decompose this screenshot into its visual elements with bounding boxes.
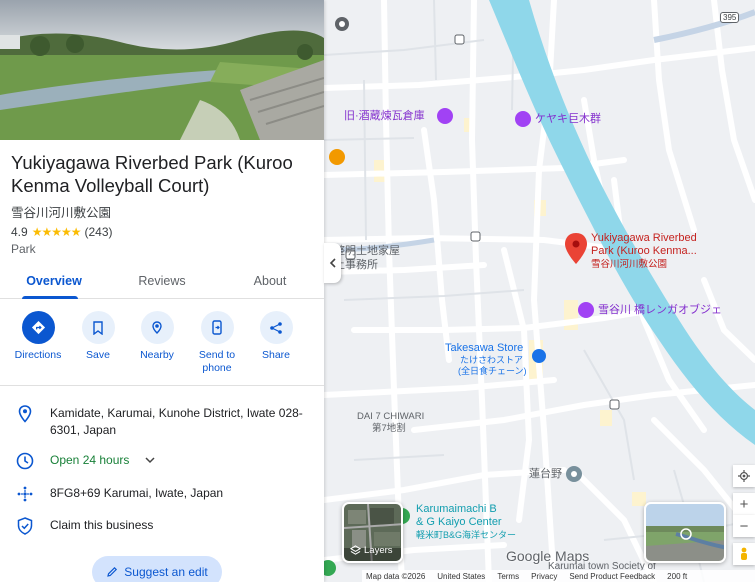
action-buttons: Directions Save Nearby Send to phone Sha… [0, 311, 324, 381]
address-text: Kamidate, Karumai, Kunohe District, Iwat… [50, 406, 303, 437]
tab-reviews[interactable]: Reviews [108, 266, 216, 298]
nearby-button[interactable]: Nearby [127, 311, 187, 362]
share-circle [259, 311, 293, 344]
place-tabs: Overview Reviews About [0, 266, 324, 299]
place-title: Yukiyagawa Riverbed Park (Kuroo Kenma Vo… [11, 152, 293, 196]
plus-code-icon-wrap [0, 485, 50, 503]
place-category[interactable]: Park [11, 242, 36, 256]
layers-button[interactable]: Layers [342, 502, 403, 563]
maps-app: 旧·酒蔵煉瓦倉庫 ケヤキ巨木群 整明土地家屋 土事務所 Yukiyagawa R… [0, 0, 755, 582]
layers-icon [350, 545, 361, 555]
hours-status: Open 24 hours [50, 453, 130, 467]
hours-row[interactable]: Open 24 hours [0, 452, 324, 470]
map-label-kaiyo-2[interactable]: & G Kaiyo Center [416, 516, 502, 529]
pencil-icon [107, 566, 118, 577]
pegman-button[interactable] [733, 543, 755, 565]
chevron-left-icon [329, 258, 336, 268]
nearby-icon [152, 320, 162, 334]
section-divider [0, 385, 324, 386]
privacy-link[interactable]: Privacy [531, 572, 557, 581]
region-link[interactable]: United States [437, 572, 485, 581]
pin-subtitle[interactable]: 雪谷川河川敷公園 [591, 258, 667, 271]
map-attribution-bar: Map data ©2026 United States Terms Priva… [362, 570, 755, 582]
scale-label[interactable]: 200 ft [667, 572, 687, 581]
map-label-keyaki[interactable]: ケヤキ巨木群 [535, 113, 601, 126]
map-roads [324, 0, 755, 582]
my-location-icon [738, 470, 750, 482]
address-row[interactable]: Kamidate, Karumai, Kunohe District, Iwat… [0, 405, 324, 439]
claim-row[interactable]: Claim this business [0, 517, 324, 535]
claim-text: Claim this business [50, 518, 154, 532]
google-maps-logo: Google Maps [506, 548, 590, 564]
directions-icon [31, 320, 45, 335]
clock-icon-wrap [0, 452, 50, 470]
nearby-label: Nearby [140, 349, 174, 361]
riverbed-photo [0, 0, 324, 140]
pin-title-line-1[interactable]: Yukiyagawa Riverbed [591, 232, 697, 245]
tab-overview[interactable]: Overview [0, 266, 108, 299]
suggest-edit-label: Suggest an edit [124, 565, 208, 579]
plus-code-icon [17, 486, 33, 502]
rating-row[interactable]: 4.9 ★★★★★ (243) [11, 225, 113, 239]
minus-icon: − [739, 517, 749, 535]
map-label-district-jp: 第7地割 [372, 423, 406, 434]
place-subtitle: 雪谷川河川敷公園 [11, 206, 112, 220]
send-to-phone-icon [212, 320, 222, 335]
street-view-image [646, 504, 724, 561]
directions-circle [21, 311, 55, 344]
map-label-store-jp-2[interactable]: (全日食チェーン) [458, 365, 527, 378]
terms-link[interactable]: Terms [497, 572, 519, 581]
pin-title-line-2[interactable]: Park (Kuroo Kenma... [591, 245, 697, 258]
rating-value: 4.9 [11, 225, 28, 239]
zoom-in-button[interactable]: + [733, 493, 755, 515]
place-panel: Yukiyagawa Riverbed Park (Kuroo Kenma Vo… [0, 0, 324, 582]
chevron-down-icon[interactable] [145, 456, 155, 464]
map-label-bridge[interactable]: 雪谷川 橋レンガオブジェ [598, 304, 722, 317]
suggest-edit-button[interactable]: Suggest an edit [92, 556, 222, 582]
nearby-circle [140, 311, 174, 344]
plus-code-text: 8FG8+69 Karumai, Iwate, Japan [50, 486, 224, 500]
save-circle [81, 311, 115, 344]
bookmark-icon [93, 320, 103, 335]
map-controls: + − [733, 465, 755, 565]
clock-icon [16, 452, 34, 470]
share-label: Share [261, 349, 291, 361]
pegman-icon [741, 547, 747, 560]
save-button[interactable]: Save [68, 311, 128, 362]
directions-button[interactable]: Directions [8, 311, 68, 362]
zoom-out-button[interactable]: − [733, 515, 755, 537]
plus-icon: + [739, 495, 749, 513]
plus-code-row[interactable]: 8FG8+69 Karumai, Iwate, Japan [0, 485, 324, 503]
claim-icon-wrap [0, 517, 50, 535]
map-data-credit: Map data ©2026 [366, 571, 426, 581]
send-to-phone-label: Send to phone [198, 349, 236, 374]
save-label: Save [86, 349, 110, 361]
hours-text-wrap: Open 24 hours [50, 452, 312, 469]
my-location-button[interactable] [733, 465, 755, 487]
tab-about[interactable]: About [216, 266, 324, 298]
map-label-land-office: 整明土地家屋 [334, 245, 400, 257]
layers-label: Layers [364, 545, 393, 556]
map-label-rendaino: 蓮台野 [529, 468, 562, 480]
route-shield: 395 [720, 12, 740, 23]
star-rating-icon: ★★★★★ [31, 225, 82, 239]
place-photo[interactable] [0, 0, 324, 140]
street-view-thumbnail[interactable] [644, 502, 726, 563]
verified-shield-icon [17, 517, 33, 535]
feedback-link[interactable]: Send Product Feedback [569, 572, 655, 581]
send-to-phone-button[interactable]: Send to phone [187, 311, 247, 375]
map-label-kaiyo-jp[interactable]: 軽米町B&G海洋センター [416, 529, 516, 542]
address-icon-wrap [0, 405, 50, 423]
map-canvas[interactable]: 旧·酒蔵煉瓦倉庫 ケヤキ巨木群 整明土地家屋 土事務所 Yukiyagawa R… [324, 0, 755, 582]
map-label-kaiyo-1[interactable]: Karumaimachi B [416, 503, 497, 516]
send-to-phone-circle [200, 311, 234, 344]
map-label-brick-warehouse[interactable]: 旧·酒蔵煉瓦倉庫 [344, 110, 425, 123]
collapse-panel-button[interactable] [324, 243, 341, 283]
share-icon [270, 321, 282, 334]
directions-label: Directions [14, 349, 62, 361]
layers-label-row: Layers [350, 545, 393, 556]
share-button[interactable]: Share [246, 311, 306, 362]
review-count[interactable]: (243) [84, 225, 112, 239]
location-pin-icon [18, 405, 32, 423]
